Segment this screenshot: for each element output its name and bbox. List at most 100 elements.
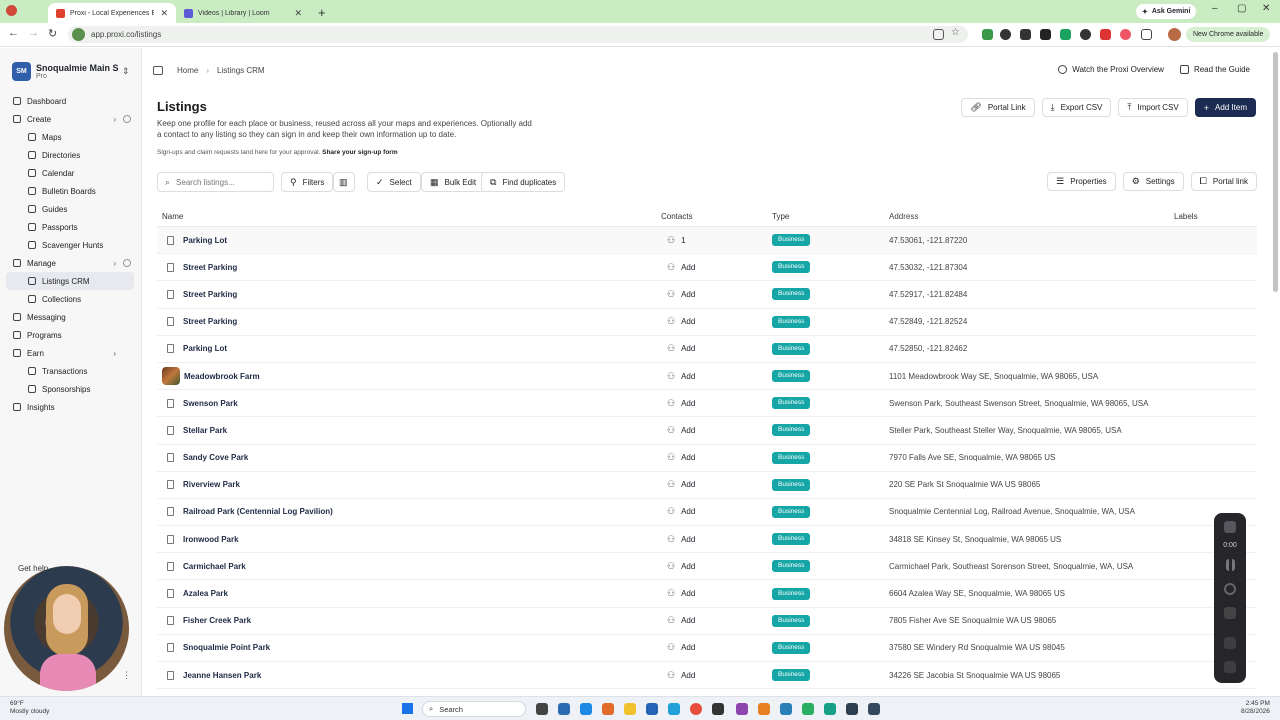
column-name[interactable]: Name [157,212,657,221]
listing-name[interactable]: Snoqualmie Point Park [183,643,270,652]
contacts-value[interactable]: Add [681,344,695,353]
cell-name[interactable]: Swenson Park [157,398,657,408]
contacts-value[interactable]: Add [681,399,695,408]
cell-contacts[interactable]: ⚇ Add [657,561,772,572]
extension-icon[interactable] [1080,29,1091,40]
sidebar-item-maps[interactable]: Maps [6,128,134,146]
close-tab-icon[interactable]: ✕ [294,8,302,19]
listing-name[interactable]: Parking Lot [183,344,227,353]
tab-proxi[interactable]: Proxi - Local Experiences Engi ✕ [48,3,176,23]
table-row[interactable]: Ironwood Park ⚇ Add Business 34818 SE Kinsey… [157,526,1257,554]
close-tab-icon[interactable]: ✕ [160,8,168,19]
extension-icon[interactable] [1100,29,1111,40]
breadcrumb-home[interactable]: Home [177,66,198,75]
extension-icon[interactable] [1000,29,1011,40]
info-icon[interactable] [123,115,131,123]
column-labels[interactable]: Labels [1174,212,1257,221]
contacts-value[interactable]: Add [681,426,695,435]
extension-icon[interactable] [1040,29,1051,40]
weather-widget[interactable]: 69°F Mostly cloudy [10,700,49,716]
contacts-value[interactable]: Add [681,562,695,571]
columns-toggle-button[interactable]: ▥ [333,172,355,192]
add-item-button[interactable]: + Add Item [1194,98,1256,117]
search-input[interactable] [176,177,267,187]
app-icon[interactable] [602,703,614,715]
tab-loom[interactable]: Videos | Library | Loom ✕ [176,3,310,23]
select-button[interactable]: ✓ Select [367,172,421,192]
listing-name[interactable]: Ironwood Park [183,535,239,544]
drag-handle-icon[interactable] [1224,661,1236,673]
table-row[interactable]: Street Parking ⚇ Add Business 47.52849, -121… [157,309,1257,336]
workspace-switcher[interactable]: SM Snoqualmie Main Str... Pro ⇕ [12,60,132,82]
chevron-right-icon[interactable]: › [113,115,116,124]
sidebar-item-passports[interactable]: Passports [6,218,134,236]
info-icon[interactable] [123,259,131,267]
table-row[interactable]: Carmichael Park ⚇ Add Business Carmichael Pa… [157,553,1257,581]
scrollbar[interactable] [1273,52,1278,292]
chrome-icon[interactable] [690,703,702,715]
restart-icon[interactable] [1224,583,1236,595]
sidebar-item-scavenger-hunts[interactable]: Scavenger Hunts [6,236,134,254]
bulk-edit-button[interactable]: ▦ Bulk Edit [421,172,486,192]
extension-icon[interactable] [982,29,993,40]
cell-name[interactable]: Meadowbrook Farm [157,367,657,386]
minimize-button[interactable]: – [1212,3,1218,14]
table-row[interactable]: Fisher Creek Park ⚇ Add Business 7805 Fisher… [157,608,1257,635]
cell-contacts[interactable]: ⚇ 1 [657,235,772,246]
contacts-value[interactable]: Add [681,317,695,326]
contacts-value[interactable]: 1 [681,236,685,245]
cell-name[interactable]: Railroad Park (Centennial Log Pavilion) [157,507,657,517]
cell-name[interactable]: Street Parking [157,262,657,272]
cell-name[interactable]: Fisher Creek Park [157,616,657,626]
cell-name[interactable]: Stellar Park [157,425,657,435]
listing-name[interactable]: Azalea Park [183,589,228,598]
cell-name[interactable]: Ironwood Park [157,534,657,544]
cell-contacts[interactable]: ⚇ Add [657,642,772,653]
app-icon[interactable] [646,703,658,715]
contacts-value[interactable]: Add [681,263,695,272]
extension-icon[interactable] [1060,29,1071,40]
sidebar-item-earn[interactable]: Earn › [6,344,134,362]
app-icon[interactable] [758,703,770,715]
table-row[interactable]: Meadowbrook Farm ⚇ Add Business 1101 Meadowb… [157,363,1257,391]
toggle-sidebar-icon[interactable] [153,66,163,75]
extension-icon[interactable] [1120,29,1131,40]
table-row[interactable]: Parking Lot ⚇ 1 Business 47.53061, -121.8722… [157,227,1257,255]
export-csv-button[interactable]: ⤓ Export CSV [1041,98,1112,117]
cell-name[interactable]: Parking Lot [157,235,657,245]
portal-link-button[interactable]: 🔗︎ Portal Link [961,98,1035,117]
extension-icon[interactable] [1020,29,1031,40]
sidebar-item-guides[interactable]: Guides [6,200,134,218]
draw-icon[interactable] [1224,637,1236,649]
table-row[interactable]: Stellar Park ⚇ Add Business Steller Park, So… [157,417,1257,445]
listing-name[interactable]: Street Parking [183,263,237,272]
sidebar-item-dashboard[interactable]: Dashboard [6,92,134,110]
cell-contacts[interactable]: ⚇ Add [657,316,772,327]
listing-name[interactable]: Stellar Park [183,426,227,435]
table-row[interactable]: Azalea Park ⚇ Add Business 6604 Azalea Way S… [157,580,1257,608]
sidebar-item-bulletin-boards[interactable]: Bulletin Boards [6,182,134,200]
listing-name[interactable]: Street Parking [183,290,237,299]
portal-link-table-button[interactable]: ⧠ Portal link [1190,172,1257,191]
listing-name[interactable]: Fisher Creek Park [183,616,251,625]
properties-button[interactable]: ☰ Properties [1047,172,1116,191]
app-icon[interactable] [558,703,570,715]
cell-contacts[interactable]: ⚇ Add [657,615,772,626]
sidebar-item-sponsorships[interactable]: Sponsorships [6,380,134,398]
cell-name[interactable]: Street Parking [157,289,657,299]
read-guide-link[interactable]: Read the Guide [1179,65,1250,74]
install-icon[interactable] [933,29,944,40]
filters-button[interactable]: ⚲ Filters [281,172,334,192]
cell-name[interactable]: Riverview Park [157,480,657,490]
contacts-value[interactable]: Add [681,535,695,544]
app-icon[interactable] [846,703,858,715]
import-csv-button[interactable]: ⤒ Import CSV [1118,98,1188,117]
contacts-value[interactable]: Add [681,616,695,625]
task-view-icon[interactable] [536,703,548,715]
share-signup-link[interactable]: Share your sign-up form [322,149,397,156]
contacts-value[interactable]: Add [681,589,695,598]
contacts-value[interactable]: Add [681,671,695,680]
back-button[interactable]: ← [8,27,19,39]
cell-contacts[interactable]: ⚇ Add [657,670,772,681]
column-type[interactable]: Type [772,212,889,221]
